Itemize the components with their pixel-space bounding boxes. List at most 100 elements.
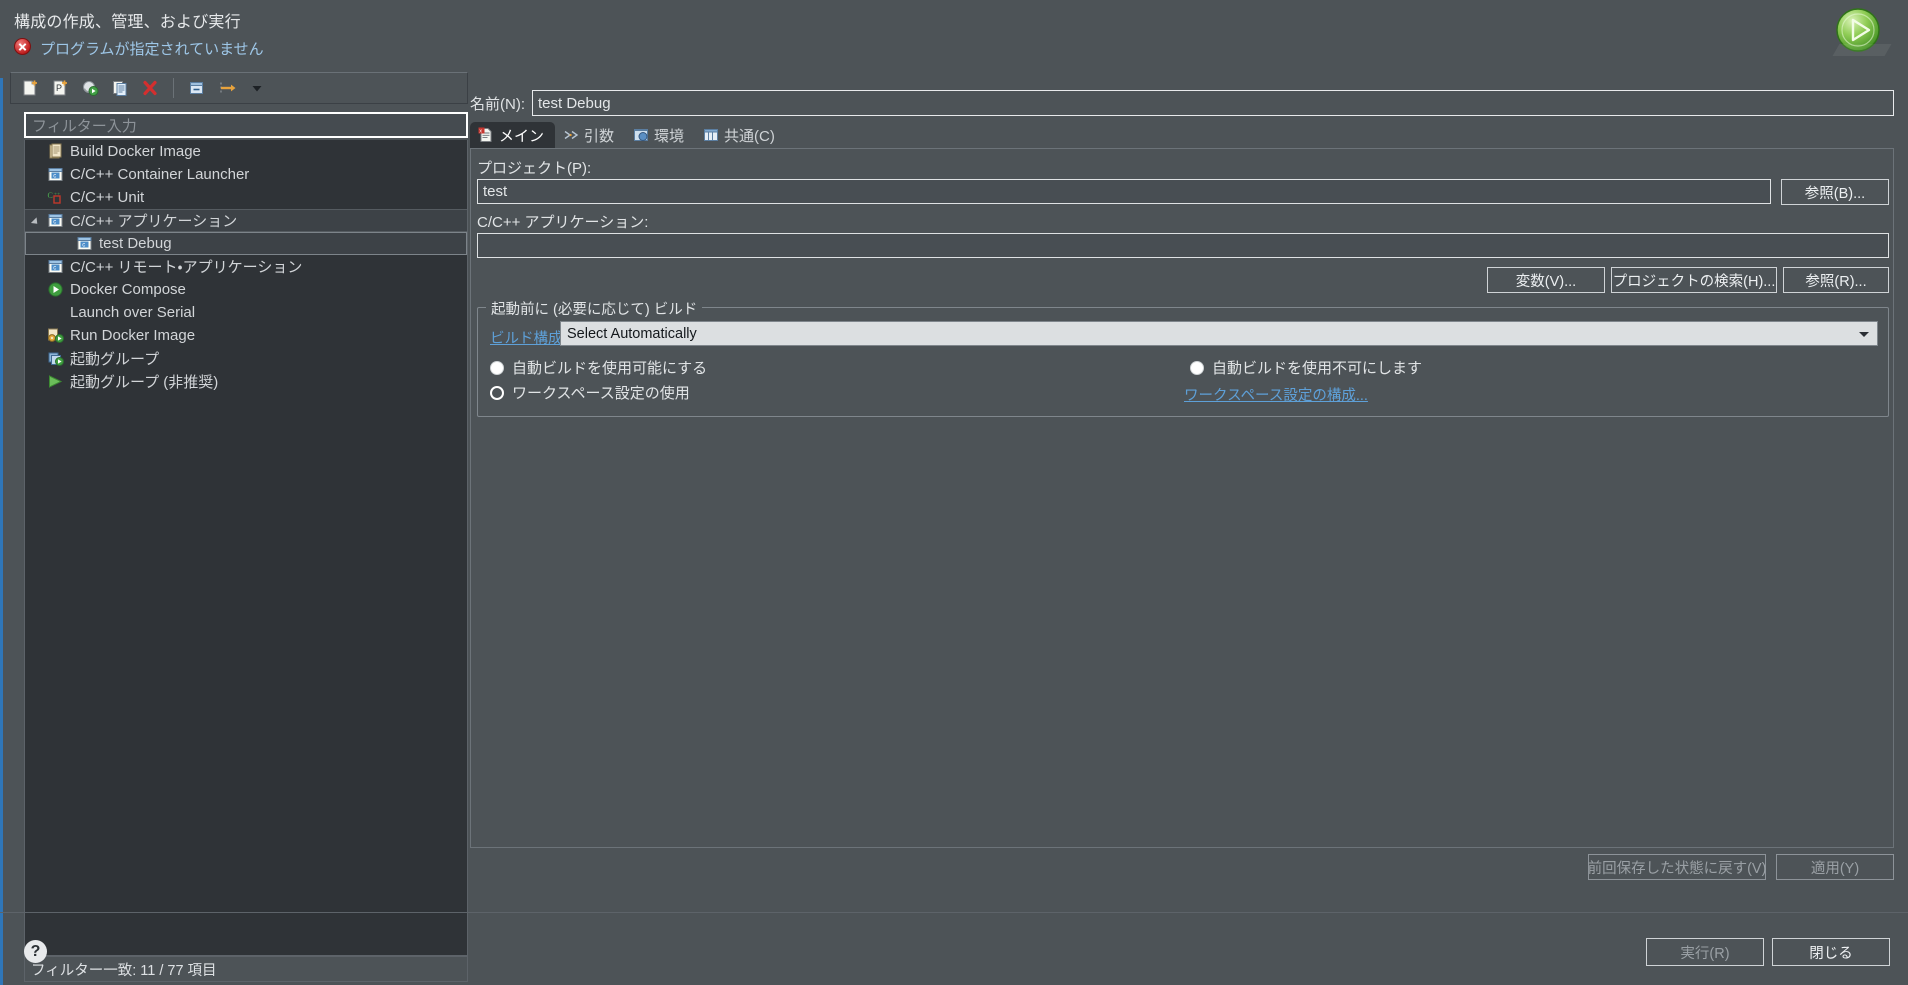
new-prototype-icon[interactable]: P	[47, 76, 73, 100]
tab-environment[interactable]: 環境	[625, 122, 695, 148]
radio-disable-autobuild-label: 自動ビルドを使用不可にします	[1212, 360, 1423, 377]
svg-text:C: C	[48, 191, 53, 200]
environment-tab-icon	[634, 129, 649, 141]
tree-item-label: Run Docker Image	[70, 327, 196, 344]
tab-main[interactable]: x メイン	[470, 122, 556, 148]
tree-item-0[interactable]: Build Docker Image	[25, 140, 467, 163]
tree-item-10[interactable]: 起動グループ (非推奨)	[25, 370, 467, 393]
docker-compose-run-icon	[48, 282, 63, 297]
filter-arrow-icon[interactable]	[214, 76, 240, 100]
tree-item-label: 起動グループ (非推奨)	[70, 374, 219, 391]
revert-button[interactable]: 前回保存した状態に戻す(V)	[1588, 854, 1766, 880]
tree-item-label: Build Docker Image	[70, 143, 201, 160]
radio-workspace-settings[interactable]: ワークスペース設定の使用	[490, 382, 690, 403]
tree-item-label: C/C++ アプリケーション	[70, 213, 238, 230]
docker-build-icon	[47, 143, 64, 160]
tree-item-2[interactable]: C ++ C/C++ Unit	[25, 186, 467, 209]
tab-arguments[interactable]: 引数	[555, 122, 625, 148]
docker-compose-run-icon	[47, 281, 64, 298]
project-label: プロジェクト(P):	[477, 160, 592, 177]
window-left-edge	[0, 0, 3, 985]
tree-item-7[interactable]: Launch over Serial	[25, 301, 467, 324]
common-tab-icon	[704, 129, 719, 141]
tree-item-label: test Debug	[99, 235, 172, 252]
run-button[interactable]: 実行(R)	[1646, 938, 1764, 966]
tree-item-label: C/C++ Container Launcher	[70, 166, 250, 183]
build-configuration-select[interactable]: Select Automatically	[560, 321, 1878, 346]
help-question-icon[interactable]: ?	[24, 940, 47, 963]
radio-enable-autobuild[interactable]: 自動ビルドを使用可能にする	[490, 357, 707, 378]
configure-workspace-settings-link[interactable]: ワークスペース設定の構成...	[1184, 384, 1368, 405]
project-input[interactable]: test	[477, 179, 1771, 204]
configurations-panel: P フィルター入力 Build Docker Image c C/C++ Con…	[10, 72, 468, 982]
radio-indicator	[490, 360, 504, 375]
tree-item-4[interactable]: c test Debug	[25, 232, 467, 255]
expand-collapse-twisty-icon[interactable]	[30, 217, 41, 227]
tab-environment-label: 環境	[654, 127, 685, 145]
tab-main-label: メイン	[499, 127, 545, 145]
c-application-icon: c	[48, 214, 63, 227]
collapse-all-icon[interactable]	[184, 76, 210, 100]
name-label: 名前(N):	[470, 95, 525, 113]
configuration-name-value: test Debug	[538, 94, 611, 112]
cpp-unit-icon: C ++	[47, 189, 64, 206]
build-configuration-value: Select Automatically	[567, 325, 697, 342]
search-project-button[interactable]: プロジェクトの検索(H)...	[1611, 267, 1777, 293]
chevron-down-icon[interactable]	[244, 76, 270, 100]
c-application-icon: c	[47, 212, 64, 229]
close-button[interactable]: 閉じる	[1772, 938, 1890, 966]
arguments-tab-icon	[564, 130, 579, 140]
c-launcher-icon: c	[47, 166, 64, 183]
editor-action-buttons: 前回保存した状態に戻す(V) 適用(Y)	[470, 854, 1894, 886]
launch-group-deprecated-icon	[47, 373, 64, 390]
duplicate-icon[interactable]	[107, 76, 133, 100]
c-application-icon: c	[77, 237, 92, 250]
application-input[interactable]	[477, 233, 1889, 258]
application-label: C/C++ アプリケーション:	[477, 214, 649, 231]
c-remote-icon: c	[47, 258, 64, 275]
apply-button[interactable]: 適用(Y)	[1776, 854, 1894, 880]
c-launcher-icon: c	[48, 168, 63, 181]
launch-group-icon	[47, 350, 64, 367]
variables-button[interactable]: 変数(V)...	[1487, 267, 1605, 293]
tree-item-label: 起動グループ	[70, 351, 160, 368]
tab-common-label: 共通(C)	[724, 127, 775, 145]
build-configuration-link[interactable]: ビルド構成:	[490, 327, 567, 348]
new-file-icon[interactable]	[17, 76, 43, 100]
status-message: プログラムが指定されていません	[40, 41, 264, 58]
tree-item-3[interactable]: c C/C++ アプリケーション	[25, 209, 467, 232]
svg-text:x: x	[479, 128, 482, 134]
configuration-types-tree[interactable]: Build Docker Image c C/C++ Container Launc…	[24, 140, 468, 956]
export-icon[interactable]	[77, 76, 103, 100]
launch-group-icon	[48, 352, 64, 366]
footer-divider	[0, 912, 1908, 913]
browse-application-button[interactable]: 参照(R)...	[1783, 267, 1889, 293]
launch-group-deprecated-icon	[49, 375, 63, 388]
radio-indicator	[490, 385, 504, 400]
configuration-name-input[interactable]: test Debug	[532, 90, 1894, 116]
tab-content-main: プロジェクト(P): test 参照(B)... C/C++ アプリケーション:…	[470, 148, 1894, 848]
tree-item-1[interactable]: c C/C++ Container Launcher	[25, 163, 467, 186]
tree-item-label: Launch over Serial	[70, 304, 196, 321]
radio-indicator	[1190, 360, 1204, 375]
tab-bar: x メイン 引数 環境 共通(C)	[470, 122, 786, 148]
docker-run-icon	[48, 328, 64, 343]
svg-text:c: c	[53, 266, 56, 272]
tree-item-8[interactable]: Run Docker Image	[25, 324, 467, 347]
delete-x-icon[interactable]	[137, 76, 163, 100]
filter-placeholder: フィルター入力	[32, 117, 137, 135]
c-remote-icon: c	[48, 260, 63, 273]
tab-common[interactable]: 共通(C)	[695, 122, 786, 148]
browse-project-button[interactable]: 参照(B)...	[1781, 179, 1889, 205]
filter-input[interactable]: フィルター入力	[24, 112, 468, 138]
tree-item-9[interactable]: 起動グループ	[25, 347, 467, 370]
radio-disable-autobuild[interactable]: 自動ビルドを使用不可にします	[1190, 357, 1422, 378]
configurations-toolbar: P	[10, 72, 468, 104]
tree-item-6[interactable]: Docker Compose	[25, 278, 467, 301]
configuration-editor: 名前(N): test Debug x メイン 引数 環境 共通(C) プロジェ…	[470, 90, 1894, 902]
radio-enable-autobuild-label: 自動ビルドを使用可能にする	[512, 360, 708, 377]
no-icon	[47, 304, 64, 321]
dialog-header: 構成の作成、管理、および実行 プログラムが指定されていません	[0, 0, 1908, 78]
tree-item-5[interactable]: c C/C++ リモート・アプリケーション	[25, 255, 467, 278]
docker-run-icon	[47, 327, 64, 344]
